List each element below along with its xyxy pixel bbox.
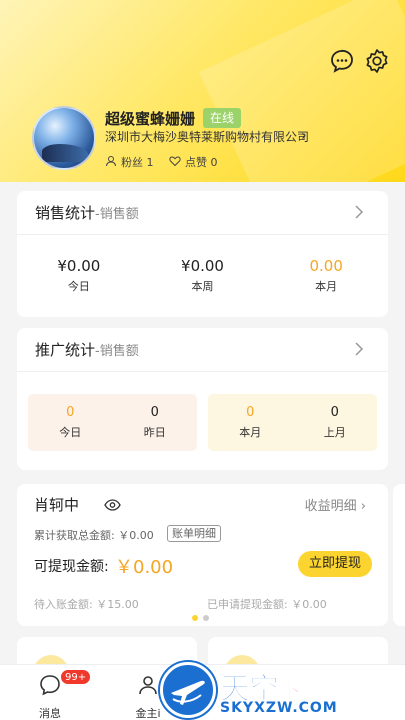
promo-stats-card: 推广统计 -销售额 0 今日 0 昨日 0 本月 0 上月 — [17, 328, 388, 470]
pending-amount: 待入账金额: ￥15.00 — [34, 598, 139, 611]
chat-bubble-icon — [38, 673, 62, 697]
promo-stats-subtitle: -销售额 — [95, 344, 139, 359]
status-badge: 在线 — [203, 108, 242, 128]
promo-stats-header[interactable]: 推广统计 -销售额 — [17, 328, 388, 372]
unread-badge: 99+ — [60, 669, 92, 685]
person-icon — [136, 673, 160, 697]
sales-month: 0.00 本月 — [264, 257, 388, 294]
sales-week-label: 本周 — [191, 279, 214, 293]
likes-count[interactable]: 点赞 0 — [169, 154, 218, 170]
promo-last-month-value: 0 — [330, 405, 339, 420]
withdrawable-amount: ￥0.00 — [115, 557, 174, 578]
promo-yesterday-label: 昨日 — [143, 426, 166, 439]
sales-today: ¥0.00 今日 — [17, 257, 141, 294]
promo-last-month: 0 上月 — [293, 405, 378, 440]
sales-week: ¥0.00 本周 — [141, 257, 265, 294]
earnings-owner-name: 肖轲中 — [34, 496, 80, 514]
sales-today-label: 今日 — [67, 279, 90, 293]
sales-stats-subtitle: -销售额 — [95, 207, 139, 222]
promo-this-month: 0 本月 — [208, 405, 293, 440]
withdrawable-label: 可提现金额: — [34, 559, 109, 575]
username: 超级蜜蜂姗姗 — [105, 110, 196, 128]
applied-withdraw-amount: 已申请提现金额: ￥0.00 — [207, 598, 327, 611]
user-icon — [105, 155, 117, 170]
sales-today-value: ¥0.00 — [57, 256, 101, 275]
promo-last-month-label: 上月 — [323, 426, 346, 439]
promo-stats-title: 推广统计 — [35, 341, 96, 359]
watermark-url: SKYXZW.COM — [220, 700, 338, 716]
sales-stats-header[interactable]: 销售统计 -销售额 — [17, 191, 388, 235]
watermark: 天空下载玩 SKYXZW.COM — [158, 660, 403, 720]
avatar[interactable] — [32, 106, 96, 170]
earnings-detail-label: 收益明细 — [304, 499, 357, 514]
carousel-dot[interactable] — [203, 615, 209, 621]
heart-icon — [169, 155, 181, 170]
next-slide-peek[interactable] — [393, 484, 405, 626]
fans-label: 粉丝 1 — [121, 156, 154, 169]
fans-count[interactable]: 粉丝 1 — [105, 154, 154, 170]
sales-month-value: 0.00 — [309, 256, 343, 275]
message-icon[interactable] — [329, 48, 355, 74]
sales-stats-values: ¥0.00 今日 ¥0.00 本周 0.00 本月 — [17, 235, 388, 315]
promo-stats-values: 0 今日 0 昨日 0 本月 0 上月 — [17, 372, 388, 451]
promo-today-value: 0 — [66, 405, 75, 420]
likes-label: 点赞 0 — [185, 156, 218, 169]
promo-this-month-label: 本月 — [239, 426, 262, 439]
withdraw-button[interactable]: 立即提现 — [298, 551, 372, 577]
carousel-dot-active[interactable] — [192, 615, 198, 621]
ledger-button[interactable]: 账单明细 — [167, 525, 221, 542]
chevron-right-icon[interactable] — [352, 340, 366, 358]
promo-today: 0 今日 — [28, 405, 113, 440]
profile-header: 超级蜜蜂姗姗 在线 深圳市大梅沙奥特莱斯购物村有限公司 › 粉丝 1 点赞 0 — [0, 0, 405, 182]
sales-stats-title: 销售统计 — [35, 204, 96, 222]
carousel-dots — [192, 615, 209, 621]
sales-week-value: ¥0.00 — [181, 256, 224, 275]
airplane-logo-icon — [160, 662, 216, 718]
tab-messages-label: 消息 — [39, 707, 61, 720]
earnings-detail-link[interactable]: 收益明细 › — [305, 495, 366, 514]
tab-messages[interactable]: 99+ 消息 — [10, 665, 92, 720]
sales-month-label: 本月 — [315, 279, 338, 293]
chevron-right-icon[interactable] — [352, 203, 366, 221]
company-name[interactable]: 深圳市大梅沙奥特莱斯购物村有限公司 — [105, 128, 309, 145]
earnings-card: 肖轲中 收益明细 › 累计获取总金额: ￥0.00 账单明细 可提现金额: ￥0… — [17, 484, 388, 626]
promo-yesterday: 0 昨日 — [113, 405, 198, 440]
eye-icon[interactable] — [104, 497, 121, 511]
sales-stats-card: 销售统计 -销售额 ¥0.00 今日 ¥0.00 本周 0.00 本月 — [17, 191, 388, 317]
promo-this-month-value: 0 — [246, 405, 255, 420]
promo-monthly-box: 0 本月 0 上月 — [208, 394, 377, 451]
chevron-right-icon[interactable]: › — [301, 128, 307, 144]
promo-yesterday-value: 0 — [150, 405, 159, 420]
total-earned: 累计获取总金额: ￥0.00 — [34, 529, 154, 542]
settings-icon[interactable] — [364, 48, 390, 74]
promo-today-label: 今日 — [59, 426, 82, 439]
promo-daily-box: 0 今日 0 昨日 — [28, 394, 197, 451]
